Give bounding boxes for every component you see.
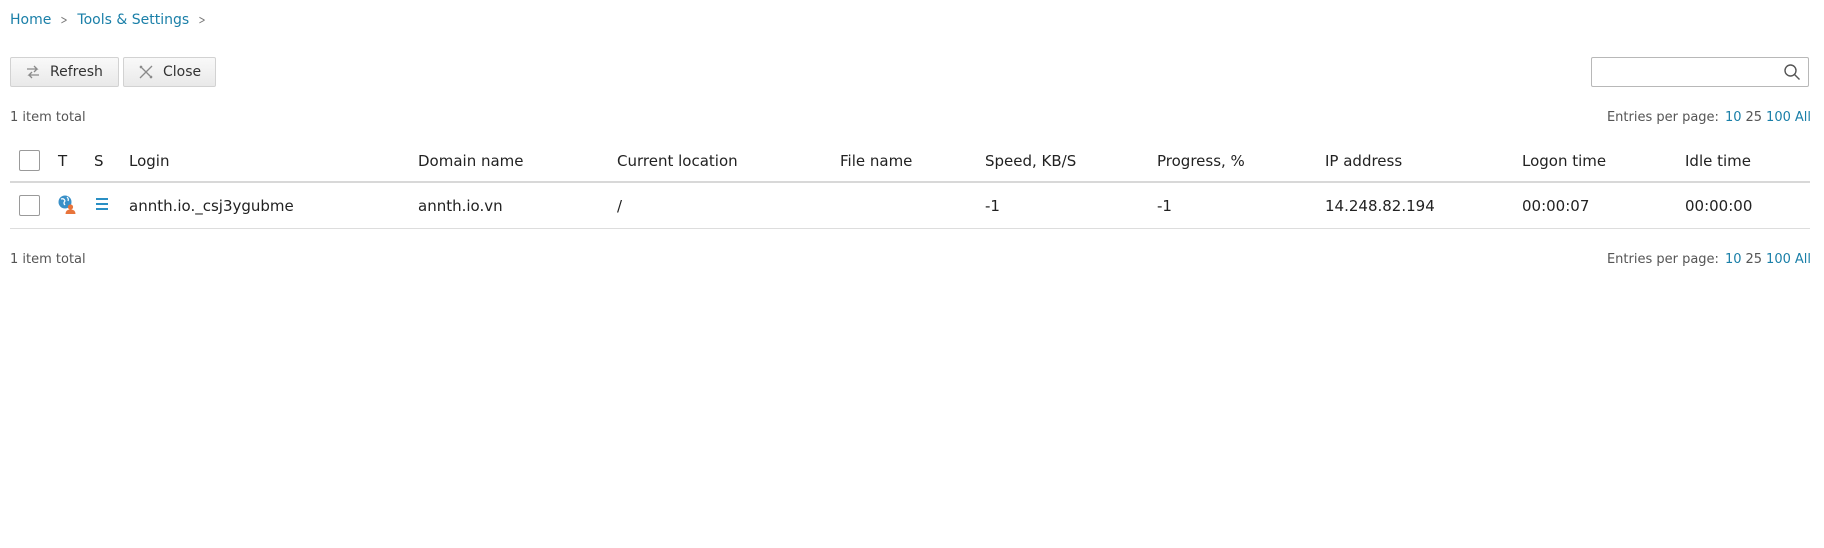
- sessions-table: T S Login Domain name Current location F…: [10, 140, 1810, 229]
- speed-cell: -1: [985, 196, 1000, 215]
- column-header-domain[interactable]: Domain name: [418, 140, 524, 181]
- login-cell: annth.io._csj3ygubme: [129, 196, 294, 215]
- refresh-icon: [24, 63, 42, 81]
- select-all-checkbox[interactable]: [19, 150, 40, 171]
- entries-per-page-label: Entries per page:: [1606, 110, 1719, 125]
- search-icon[interactable]: [1783, 63, 1801, 81]
- entries-option-all[interactable]: All: [1795, 110, 1811, 125]
- table-header: T S Login Domain name Current location F…: [10, 140, 1810, 183]
- entries-option-25: 25: [1745, 252, 1763, 267]
- search-box: [1591, 57, 1809, 87]
- column-header-idle[interactable]: Idle time: [1685, 140, 1751, 181]
- entries-per-page-bottom: Entries per page: 10 25 100 All: [1607, 252, 1811, 267]
- column-header-ip[interactable]: IP address: [1325, 140, 1402, 181]
- search-input[interactable]: [1592, 58, 1772, 86]
- column-header-file[interactable]: File name: [840, 140, 912, 181]
- breadcrumb: Home > Tools & Settings >: [10, 12, 215, 28]
- close-button-label: Close: [163, 64, 202, 80]
- breadcrumb-home-link[interactable]: Home: [10, 12, 51, 28]
- entries-option-10[interactable]: 10: [1725, 110, 1742, 125]
- chevron-right-icon: >: [60, 13, 68, 27]
- type-cell: [57, 183, 77, 228]
- breadcrumb-tools-settings-link[interactable]: Tools & Settings: [77, 12, 189, 28]
- ftp-user-globe-icon: [57, 194, 77, 218]
- entries-option-25: 25: [1745, 110, 1763, 125]
- column-header-logon[interactable]: Logon time: [1522, 140, 1606, 181]
- entries-option-all[interactable]: All: [1795, 252, 1811, 267]
- refresh-button[interactable]: Refresh: [10, 57, 119, 87]
- chevron-right-icon: >: [198, 13, 206, 27]
- entries-option-10[interactable]: 10: [1725, 252, 1742, 267]
- idle-cell: 00:00:00: [1685, 196, 1753, 215]
- entries-per-page-label: Entries per page:: [1606, 252, 1719, 267]
- items-total-bottom: 1 item total: [10, 252, 86, 267]
- entries-option-100[interactable]: 100: [1766, 110, 1791, 125]
- list-lines-icon[interactable]: [94, 196, 110, 216]
- toolbar: Refresh Close: [10, 57, 216, 87]
- column-header-location[interactable]: Current location: [617, 140, 738, 181]
- domain-cell: annth.io.vn: [418, 196, 503, 215]
- logon-cell: 00:00:07: [1522, 196, 1590, 215]
- status-cell: [94, 183, 110, 228]
- items-total-top: 1 item total: [10, 110, 86, 125]
- column-header-status[interactable]: S: [94, 140, 104, 181]
- entries-per-page-top: Entries per page: 10 25 100 All: [1607, 110, 1811, 125]
- table-row: annth.io._csj3ygubme annth.io.vn / -1 -1…: [10, 183, 1810, 229]
- select-all-cell: [19, 140, 40, 181]
- close-button[interactable]: Close: [123, 57, 216, 87]
- column-header-type[interactable]: T: [58, 140, 67, 181]
- refresh-button-label: Refresh: [50, 64, 103, 80]
- column-header-speed[interactable]: Speed, KB/S: [985, 140, 1076, 181]
- location-cell: /: [617, 196, 623, 215]
- close-icon: [137, 63, 155, 81]
- ip-cell: 14.248.82.194: [1325, 196, 1435, 215]
- entries-option-100[interactable]: 100: [1766, 252, 1791, 267]
- column-header-progress[interactable]: Progress, %: [1157, 140, 1245, 181]
- progress-cell: -1: [1157, 196, 1172, 215]
- row-checkbox[interactable]: [19, 195, 40, 216]
- column-header-login[interactable]: Login: [129, 140, 169, 181]
- row-select-cell: [19, 183, 40, 228]
